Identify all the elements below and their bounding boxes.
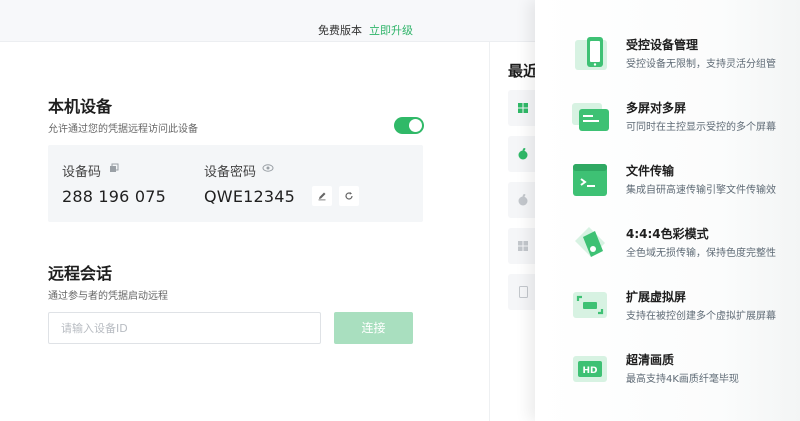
feature-title: 文件传输 bbox=[626, 164, 675, 178]
tablet-icon bbox=[518, 286, 528, 298]
device-id-input[interactable] bbox=[48, 312, 321, 344]
feature-title: 多屏对多屏 bbox=[626, 101, 687, 115]
virtual-screen-icon bbox=[573, 292, 607, 318]
pencil-icon bbox=[318, 192, 326, 201]
password-value: QWE12345 bbox=[204, 187, 296, 206]
terminal-icon bbox=[573, 164, 607, 196]
device-code-value: 288 196 075 bbox=[62, 187, 166, 206]
recent-item-tablet[interactable] bbox=[508, 274, 538, 310]
feature-title: 受控设备管理 bbox=[626, 38, 699, 52]
remote-access-toggle[interactable] bbox=[394, 117, 424, 134]
windows-icon bbox=[518, 241, 528, 251]
feature-title: 扩展虚拟屏 bbox=[626, 290, 687, 304]
feature-title: 超清画质 bbox=[626, 353, 675, 367]
device-code-label: 设备码 bbox=[62, 165, 102, 180]
tablet-device-icon bbox=[575, 37, 607, 70]
feature-panel: 受控设备管理 受控设备无限制，支持灵活分组管 多屏对多屏 可同时在主控显示受控的… bbox=[535, 0, 800, 421]
toggle-knob bbox=[409, 119, 422, 132]
feature-title: 4:4:4色彩模式 bbox=[626, 227, 709, 241]
recent-item-apple-2[interactable] bbox=[508, 182, 538, 218]
remote-session-title: 远程会话 bbox=[48, 264, 113, 283]
panel-divider bbox=[489, 42, 490, 421]
recent-title: 最近 bbox=[508, 62, 539, 80]
feature-item-device-management: 受控设备管理 受控设备无限制，支持灵活分组管 bbox=[535, 34, 800, 84]
recent-item-windows[interactable] bbox=[508, 90, 538, 126]
feature-desc: 集成自研高速传输引擎文件传输效 bbox=[626, 185, 776, 196]
feature-item-hd-quality: HD 超清画质 最高支持4K画质纤毫毕现 bbox=[535, 349, 800, 399]
device-info-box bbox=[48, 145, 423, 222]
hd-icon: HD bbox=[573, 356, 607, 382]
color-palette-icon bbox=[575, 227, 605, 257]
upgrade-link[interactable]: 立即升级 bbox=[369, 22, 413, 38]
password-label: 设备密码 bbox=[204, 165, 257, 180]
feature-item-virtual-screen: 扩展虚拟屏 支持在被控创建多个虚拟扩展屏幕 bbox=[535, 286, 800, 336]
feature-desc: 支持在被控创建多个虚拟扩展屏幕 bbox=[626, 311, 776, 322]
eye-icon[interactable] bbox=[262, 163, 274, 175]
feature-desc: 受控设备无限制，支持灵活分组管 bbox=[626, 59, 776, 70]
edit-password-button[interactable] bbox=[312, 186, 332, 206]
connect-button[interactable]: 连接 bbox=[334, 312, 413, 344]
windows-icon bbox=[518, 103, 528, 113]
feature-desc: 全色域无损传输，保持色度完整性 bbox=[626, 248, 776, 259]
refresh-icon bbox=[345, 192, 353, 200]
remote-session-subtitle: 通过参与者的凭据启动远程 bbox=[48, 291, 168, 302]
version-label: 免费版本 bbox=[318, 24, 362, 37]
svg-text:HD: HD bbox=[582, 366, 597, 376]
feature-desc: 最高支持4K画质纤毫毕现 bbox=[626, 374, 739, 385]
local-device-title: 本机设备 bbox=[48, 97, 113, 116]
apple-icon bbox=[518, 193, 528, 206]
refresh-password-button[interactable] bbox=[339, 186, 359, 206]
feature-desc: 可同时在主控显示受控的多个屏幕 bbox=[626, 122, 776, 133]
local-device-subtitle: 允许通过您的凭据远程访问此设备 bbox=[48, 124, 198, 135]
feature-item-multi-screen: 多屏对多屏 可同时在主控显示受控的多个屏幕 bbox=[535, 97, 800, 147]
recent-item-windows-2[interactable] bbox=[508, 228, 538, 264]
recent-item-apple[interactable] bbox=[508, 136, 538, 172]
feature-item-file-transfer: 文件传输 集成自研高速传输引擎文件传输效 bbox=[535, 160, 800, 210]
multi-screen-icon bbox=[572, 103, 609, 131]
copy-icon[interactable] bbox=[108, 163, 120, 175]
apple-icon bbox=[518, 147, 528, 160]
feature-item-color-mode: 4:4:4色彩模式 全色域无损传输，保持色度完整性 bbox=[535, 223, 800, 273]
